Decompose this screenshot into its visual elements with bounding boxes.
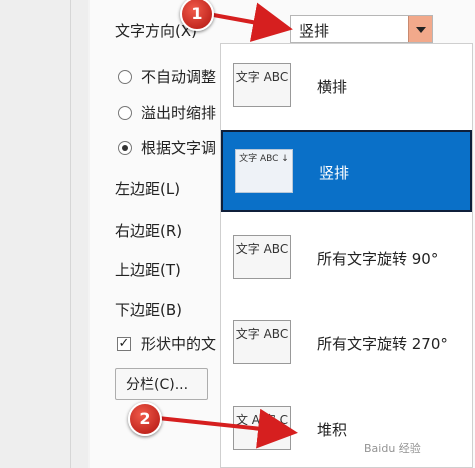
arrow-two — [157, 408, 298, 449]
annotation-arrows — [157, 2, 298, 449]
step-two-badge: 2 — [128, 402, 162, 436]
arrow-one — [207, 2, 293, 42]
baidu-watermark: Baidu 经验 — [364, 442, 421, 455]
